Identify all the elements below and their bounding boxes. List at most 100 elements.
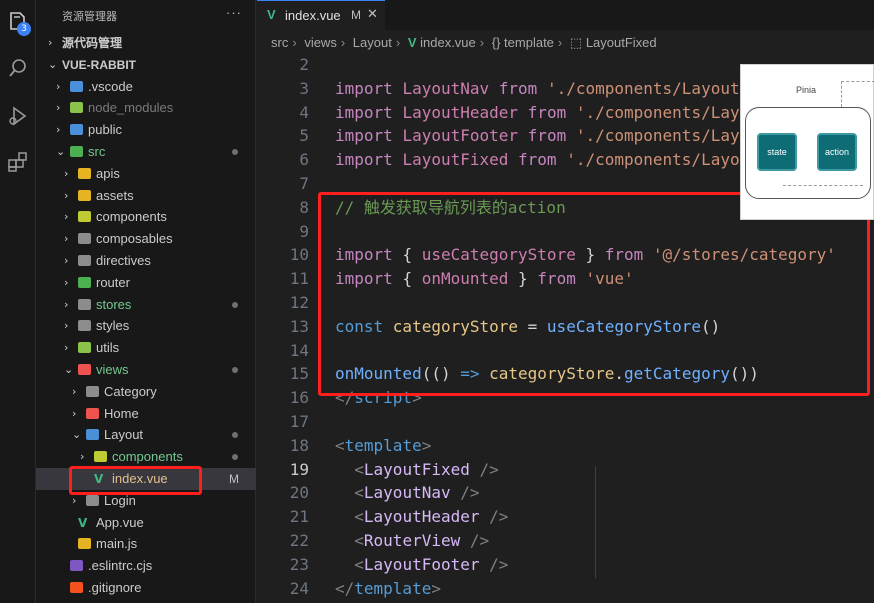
tree-item[interactable]: ⌄ src [36, 141, 256, 163]
tree-item[interactable]: › stores [36, 294, 256, 316]
tree-item[interactable]: ⌄ Layout [36, 424, 256, 446]
code-token: import [335, 126, 403, 146]
tree-item[interactable]: › composables [36, 228, 256, 250]
line-number: 4 [299, 102, 309, 122]
tree-item[interactable]: › .vscode [36, 76, 256, 98]
state-node: state [757, 133, 797, 171]
tree-item[interactable]: › Category [36, 381, 256, 403]
tree-item[interactable]: › router [36, 272, 256, 294]
chevron-right-icon[interactable]: › [64, 337, 74, 359]
code-token: /> [460, 483, 480, 503]
tree-item[interactable]: › components [36, 446, 256, 468]
tree-item[interactable]: › Home [36, 403, 256, 425]
breadcrumb-item[interactable]: index.vue [420, 35, 476, 50]
extensions-icon[interactable] [6, 150, 30, 174]
code-token: './components/LayoutN [546, 78, 750, 98]
code-line[interactable]: 17 [257, 410, 874, 434]
folder-icon [70, 146, 83, 157]
code-text: <template> [335, 434, 431, 458]
tree-item[interactable]: › directives [36, 250, 256, 272]
search-icon[interactable] [6, 56, 30, 80]
breadcrumb-item[interactable]: src [271, 35, 288, 50]
chevron-right-icon[interactable]: › [80, 446, 90, 468]
tree-item-label: apis [96, 165, 120, 181]
tree-item[interactable]: › components [36, 206, 256, 228]
tree-item[interactable]: › public [36, 119, 256, 141]
folder-icon [78, 233, 91, 245]
chevron-right-icon[interactable]: › [64, 272, 74, 294]
tree-item[interactable]: ⌄ VUE-RABBIT [36, 54, 256, 76]
code-token: import [335, 150, 403, 170]
chevron-down-icon[interactable]: ⌄ [64, 359, 74, 381]
tree-item[interactable]: › apis [36, 163, 256, 185]
chevron-down-icon[interactable]: ⌄ [48, 54, 58, 76]
explorer-more-button[interactable]: ··· [226, 5, 242, 20]
chevron-right-icon[interactable]: › [64, 250, 74, 272]
chevron-right-icon[interactable]: › [64, 294, 74, 316]
code-line[interactable]: 21 <LayoutHeader /> [257, 505, 874, 529]
code-token: < [354, 554, 364, 574]
tab-index-vue[interactable]: V index.vue M ✕ [257, 0, 385, 30]
breadcrumb-item[interactable]: LayoutFixed [586, 35, 657, 50]
code-token: /> [489, 554, 509, 574]
breadcrumb-item[interactable]: template [504, 35, 554, 50]
breadcrumb-item[interactable]: Layout [353, 35, 392, 50]
tree-item[interactable]: ⌄ views [36, 359, 256, 381]
code-token: < [354, 459, 364, 479]
chevron-right-icon[interactable]: › [72, 381, 82, 403]
tab-close-icon[interactable]: ✕ [367, 7, 378, 22]
code-line[interactable]: 18 <template> [257, 434, 874, 458]
tree-item[interactable]: main.js [36, 533, 256, 555]
chevron-right-icon[interactable]: › [72, 403, 82, 425]
code-text: <RouterView /> [335, 529, 489, 553]
chevron-right-icon[interactable]: › [48, 32, 58, 54]
tree-item[interactable]: › 源代码管理 [36, 32, 256, 54]
tree-item-label: .vscode [88, 78, 133, 94]
line-number: 13 [289, 316, 309, 336]
code-token: LayoutFooter [363, 554, 490, 574]
code-line[interactable]: 22 <RouterView /> [257, 529, 874, 553]
folder-icon [78, 211, 91, 223]
chevron-down-icon[interactable]: ⌄ [56, 141, 66, 163]
code-line[interactable]: 19 <LayoutFixed /> [257, 458, 874, 482]
tree-item[interactable]: .eslintrc.cjs [36, 555, 256, 577]
chevron-right-icon[interactable]: › [64, 206, 74, 228]
run-debug-icon[interactable] [6, 104, 30, 128]
tree-item[interactable]: › utils [36, 337, 256, 359]
chevron-right-icon[interactable]: › [56, 97, 66, 119]
chevron-right-icon[interactable]: › [56, 76, 66, 98]
tree-item[interactable]: › styles [36, 315, 256, 337]
tree-item[interactable]: › node_modules [36, 97, 256, 119]
modified-dot-icon [232, 367, 238, 373]
code-line[interactable]: 23 <LayoutFooter /> [257, 553, 874, 577]
code-token: from [498, 78, 547, 98]
chevron-right-icon: › [292, 35, 297, 50]
code-text: <LayoutHeader /> [335, 505, 508, 529]
folder-icon [86, 407, 99, 419]
code-line[interactable]: 20 <LayoutNav /> [257, 481, 874, 505]
code-token: template [344, 435, 422, 455]
code-text: </template> [335, 577, 441, 601]
code-token: LayoutNav [363, 483, 461, 503]
chevron-right-icon[interactable]: › [64, 185, 74, 207]
folder-icon [78, 276, 91, 288]
tree-item[interactable]: V App.vue [36, 512, 256, 534]
tree-item[interactable]: › assets [36, 185, 256, 207]
tree-item[interactable]: .gitignore [36, 577, 256, 599]
chevron-right-icon[interactable]: › [64, 163, 74, 185]
tree-item-label: components [112, 449, 183, 465]
tab-bar: V index.vue M ✕ [257, 0, 874, 30]
code-token: RouterView [363, 531, 470, 550]
code-line[interactable]: 24 </template> [257, 577, 874, 601]
chevron-right-icon[interactable]: › [56, 119, 66, 141]
braces-icon: {} [491, 35, 501, 50]
vue-file-icon: V [407, 35, 417, 50]
modified-dot-icon [232, 149, 238, 155]
chevron-down-icon[interactable]: ⌄ [72, 424, 82, 446]
breadcrumb-item[interactable]: views [304, 35, 337, 50]
tree-item-label: .eslintrc.cjs [88, 558, 153, 574]
chevron-right-icon[interactable]: › [64, 315, 74, 337]
chevron-right-icon[interactable]: › [64, 228, 74, 250]
line-number: 16 [289, 388, 309, 408]
tree-item-label: styles [96, 318, 130, 334]
